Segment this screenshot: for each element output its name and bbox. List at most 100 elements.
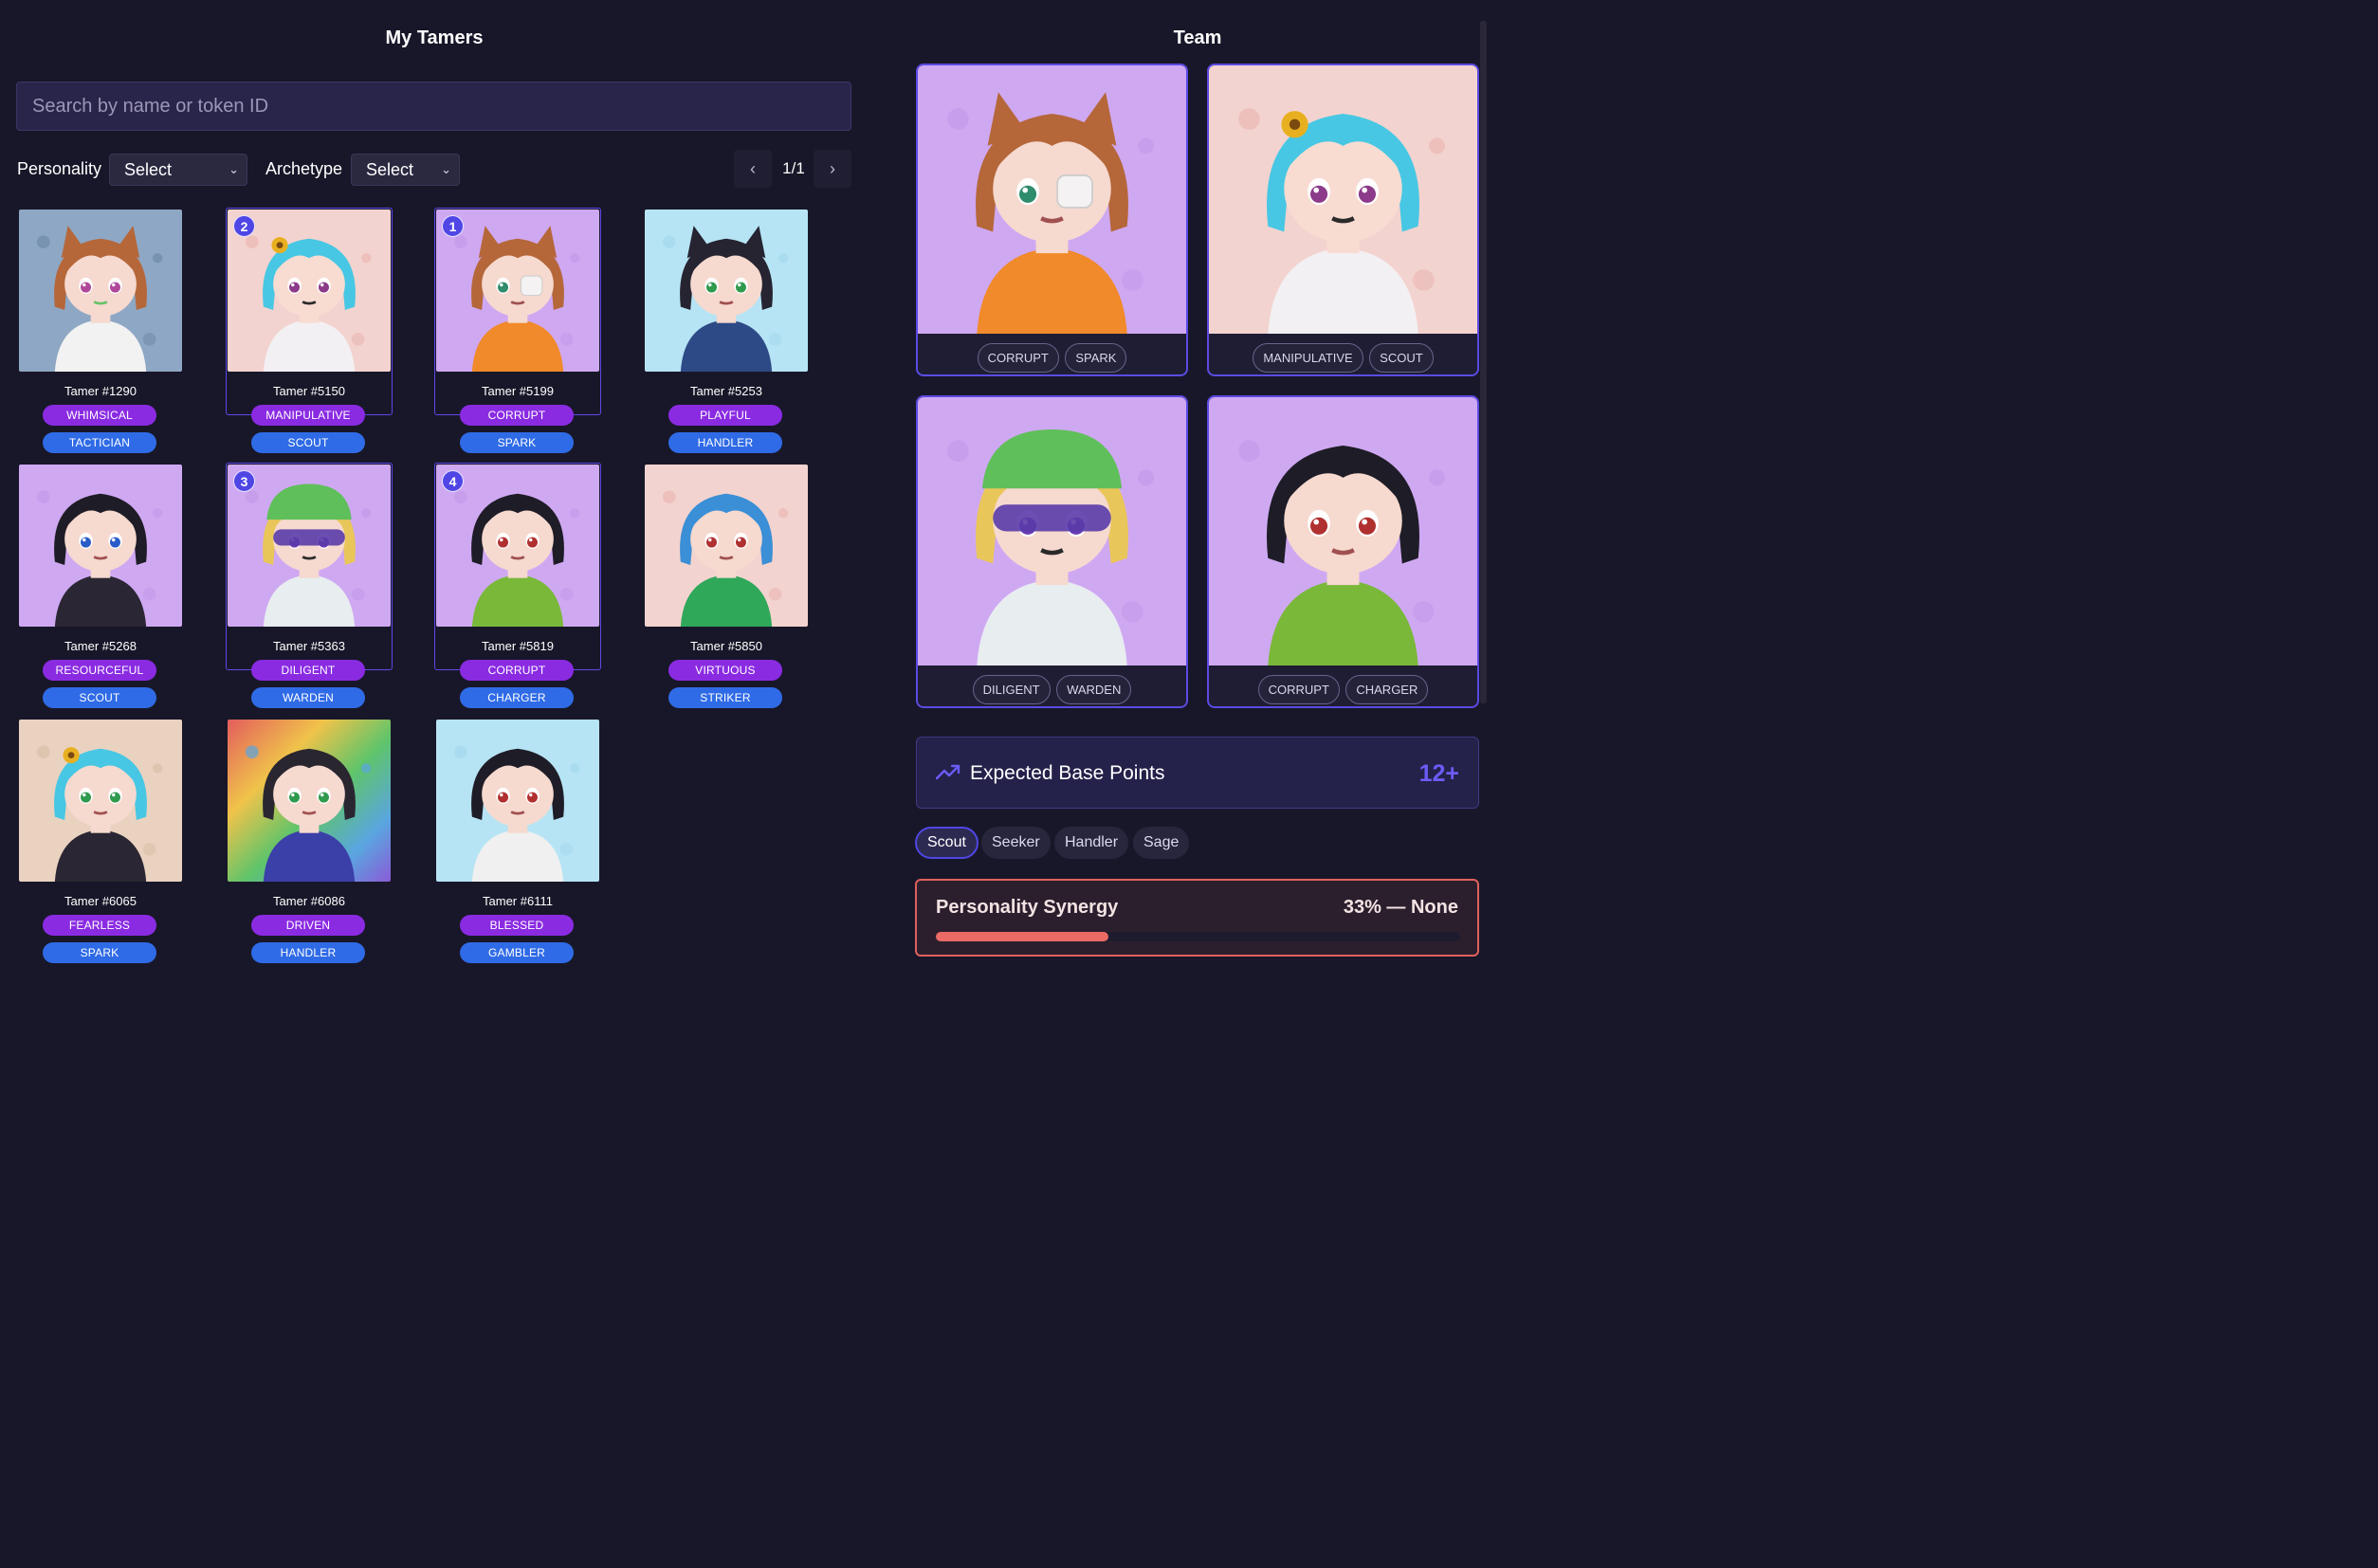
personality-filter-label: Personality xyxy=(17,159,102,178)
chevron-down-icon: ⌄ xyxy=(229,162,239,176)
tamer-avatar xyxy=(19,210,182,372)
tamer-card[interactable]: 1 Tamer #5199 CORRUPT SPARK xyxy=(434,208,601,453)
scrollbar[interactable] xyxy=(1480,21,1487,703)
archetype-badge: CHARGER xyxy=(460,687,574,708)
team-slot-badge: 2 xyxy=(233,215,255,237)
tab-handler[interactable]: Handler xyxy=(1054,827,1129,859)
tamer-card[interactable]: Tamer #6086 DRIVEN HANDLER xyxy=(226,718,393,963)
archetype-badge: STRIKER xyxy=(668,687,782,708)
tamer-name: Tamer #5199 xyxy=(482,384,554,398)
personality-badge: RESOURCEFUL xyxy=(43,660,156,681)
personality-synergy-value: 33% — None xyxy=(1343,897,1458,918)
tamer-avatar xyxy=(436,465,599,627)
tamer-avatar xyxy=(436,210,599,372)
prev-page-button[interactable]: ‹ xyxy=(734,150,772,188)
team-member-avatar xyxy=(918,65,1186,334)
tamer-name: Tamer #5819 xyxy=(482,639,554,653)
team-member-tags: CORRUPT SPARK xyxy=(918,343,1186,373)
archetype-select[interactable]: Select ⌄ xyxy=(351,154,460,186)
personality-tag: DILIGENT xyxy=(972,675,1051,704)
personality-synergy-panel: Personality Synergy 33% — None xyxy=(915,879,1479,957)
archetype-badge: SCOUT xyxy=(251,432,365,453)
tamer-name: Tamer #5268 xyxy=(64,639,137,653)
team-member-card[interactable]: CORRUPT SPARK xyxy=(916,64,1188,376)
tamer-card[interactable]: Tamer #5268 RESOURCEFUL SCOUT xyxy=(17,463,184,708)
chevron-left-icon: ‹ xyxy=(750,159,756,178)
personality-badge: FEARLESS xyxy=(43,915,156,936)
tamer-avatar xyxy=(645,465,808,627)
personality-select[interactable]: Select ⌄ xyxy=(109,154,247,186)
archetype-tag: CHARGER xyxy=(1345,675,1429,704)
personality-tag: MANIPULATIVE xyxy=(1253,343,1363,373)
tamer-name: Tamer #5850 xyxy=(690,639,762,653)
tamer-card[interactable]: Tamer #1290 WHIMSICAL TACTICIAN xyxy=(17,208,184,453)
tamer-name: Tamer #6111 xyxy=(483,894,553,908)
tamer-avatar xyxy=(645,210,808,372)
archetype-select-value: Select xyxy=(366,160,414,179)
archetype-tag: SPARK xyxy=(1065,343,1127,373)
expected-base-points-panel: Expected Base Points 12+ xyxy=(916,737,1479,809)
team-title: Team xyxy=(1173,27,1222,48)
tamer-card[interactable]: 4 Tamer #5819 CORRUPT CHARGER xyxy=(434,463,601,708)
archetype-badge: GAMBLER xyxy=(460,942,574,963)
personality-badge: DILIGENT xyxy=(251,660,365,681)
team-slot-badge: 3 xyxy=(233,470,255,492)
team-member-avatar xyxy=(1209,65,1477,334)
trending-up-icon xyxy=(936,764,960,780)
team-slot-badge: 4 xyxy=(442,470,464,492)
tamer-card[interactable]: Tamer #6065 FEARLESS SPARK xyxy=(17,718,184,963)
synergy-progress-track xyxy=(936,932,1460,941)
archetype-tag: SCOUT xyxy=(1369,343,1434,373)
archetype-badge: SPARK xyxy=(43,942,156,963)
tamer-avatar xyxy=(228,720,391,882)
personality-badge: CORRUPT xyxy=(460,405,574,426)
personality-tag: CORRUPT xyxy=(977,343,1059,373)
personality-tag: CORRUPT xyxy=(1257,675,1340,704)
tamer-name: Tamer #5363 xyxy=(273,639,345,653)
chevron-right-icon: › xyxy=(830,159,835,178)
search-input[interactable] xyxy=(16,82,851,131)
page-indicator: 1/1 xyxy=(782,159,805,177)
personality-badge: CORRUPT xyxy=(460,660,574,681)
tab-seeker[interactable]: Seeker xyxy=(981,827,1051,859)
archetype-tag: WARDEN xyxy=(1056,675,1132,704)
personality-badge: PLAYFUL xyxy=(668,405,782,426)
tamer-name: Tamer #5253 xyxy=(690,384,762,398)
archetype-badge: SPARK xyxy=(460,432,574,453)
archetype-badge: HANDLER xyxy=(668,432,782,453)
team-member-avatar xyxy=(918,397,1186,665)
archetype-badge: WARDEN xyxy=(251,687,365,708)
tamer-name: Tamer #5150 xyxy=(273,384,345,398)
expected-base-points-label: Expected Base Points xyxy=(970,762,1165,784)
archetype-badge: TACTICIAN xyxy=(43,432,156,453)
tamer-card[interactable]: Tamer #5253 PLAYFUL HANDLER xyxy=(643,208,810,453)
tamer-avatar xyxy=(19,720,182,882)
tab-scout[interactable]: Scout xyxy=(915,827,979,859)
tamer-name: Tamer #1290 xyxy=(64,384,137,398)
team-member-tags: DILIGENT WARDEN xyxy=(918,675,1186,704)
tamer-avatar xyxy=(228,465,391,627)
personality-badge: VIRTUOUS xyxy=(668,660,782,681)
personality-synergy-label: Personality Synergy xyxy=(936,897,1119,918)
tab-sage[interactable]: Sage xyxy=(1133,827,1190,859)
team-slot-badge: 1 xyxy=(442,215,464,237)
expected-base-points-value: 12+ xyxy=(1418,760,1459,787)
next-page-button[interactable]: › xyxy=(814,150,851,188)
team-member-card[interactable]: DILIGENT WARDEN xyxy=(916,395,1188,708)
my-tamers-title: My Tamers xyxy=(385,27,484,48)
tamer-name: Tamer #6086 xyxy=(273,894,345,908)
archetype-filter-label: Archetype xyxy=(265,159,343,178)
tamer-avatar xyxy=(228,210,391,372)
personality-select-value: Select xyxy=(124,160,173,179)
tamer-card[interactable]: 3 Tamer #5363 DILIGENT WARDEN xyxy=(226,463,393,708)
tamer-avatar xyxy=(436,720,599,882)
personality-badge: WHIMSICAL xyxy=(43,405,156,426)
team-member-card[interactable]: CORRUPT CHARGER xyxy=(1207,395,1479,708)
tamer-card[interactable]: Tamer #5850 VIRTUOUS STRIKER xyxy=(643,463,810,708)
team-member-card[interactable]: MANIPULATIVE SCOUT xyxy=(1207,64,1479,376)
tamer-card[interactable]: Tamer #6111 BLESSED GAMBLER xyxy=(434,718,601,963)
team-member-tags: MANIPULATIVE SCOUT xyxy=(1209,343,1477,373)
chevron-down-icon: ⌄ xyxy=(441,162,451,176)
tamer-card[interactable]: 2 Tamer #5150 MANIPULATIVE SCOUT xyxy=(226,208,393,453)
archetype-badge: SCOUT xyxy=(43,687,156,708)
